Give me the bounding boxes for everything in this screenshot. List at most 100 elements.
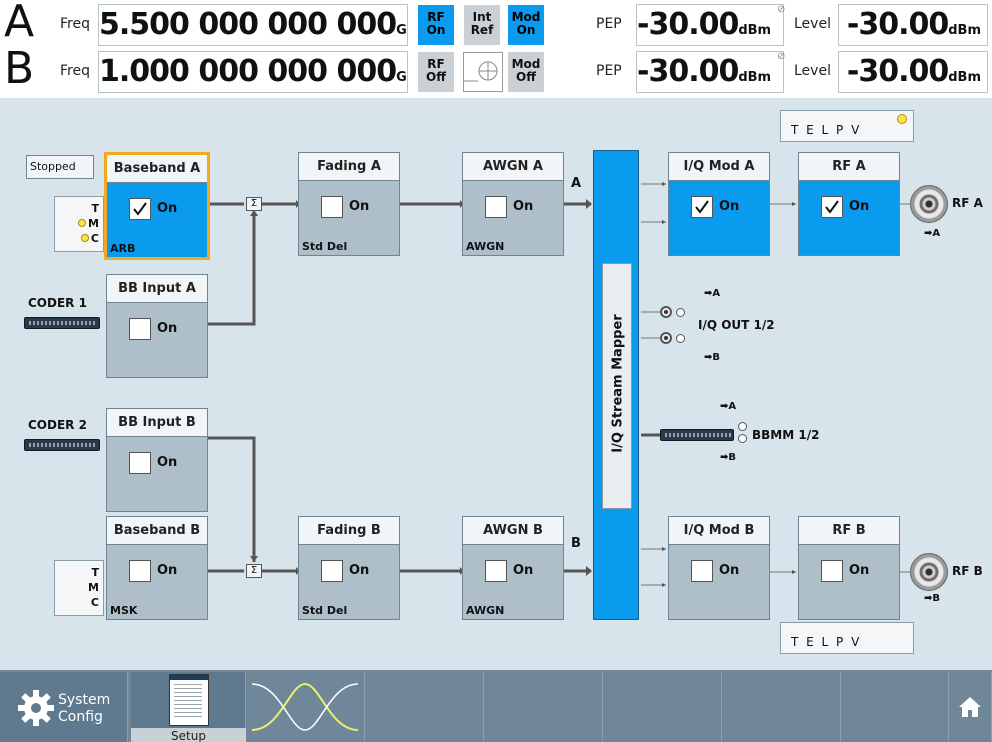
baseband-b-block[interactable]: Baseband B On MSK — [106, 516, 208, 620]
iq-out-1-status-icon — [676, 308, 685, 317]
marker-led-icon — [78, 219, 87, 227]
taskbar-slot-5[interactable] — [484, 672, 603, 742]
iq-stream-mapper[interactable]: I/Q Stream Mapper — [593, 150, 639, 620]
level-b-field[interactable]: -30.00dBm — [838, 51, 988, 93]
baseband-a-block[interactable]: Baseband A On ARB — [104, 152, 210, 260]
home-icon — [959, 697, 981, 717]
awgn-b-state: On — [513, 563, 534, 578]
rf-a-checkbox[interactable] — [821, 196, 843, 218]
bb-input-b-block[interactable]: BB Input B On — [106, 408, 208, 512]
rf-b-connector-status[interactable]: T E L P V — [780, 622, 914, 654]
marker-label: M — [88, 217, 99, 230]
path-b-letter: B — [4, 43, 35, 94]
trigger-marker-clock-b[interactable]: T M C — [54, 560, 104, 616]
iq-out-arrow-b: ➡B — [704, 352, 721, 363]
awgn-a-state: On — [513, 199, 534, 214]
awgn-a-block[interactable]: AWGN A On AWGN — [462, 152, 564, 256]
taskbar-slot-6[interactable] — [603, 672, 722, 742]
rf-a-block[interactable]: RF A On — [798, 152, 900, 256]
rf-b-title: RF B — [799, 517, 899, 545]
clock-label: C — [90, 596, 99, 609]
system-config-button[interactable]: System Config — [0, 672, 128, 742]
rf-a-connector-status[interactable]: T E L P V — [780, 110, 914, 142]
bb-input-a-block[interactable]: BB Input A On — [106, 274, 208, 378]
baseband-b-mode: MSK — [110, 604, 138, 617]
rf-b-state: On — [849, 563, 870, 578]
rf-b-arrow-label: ➡B — [924, 593, 941, 604]
trigger-marker-clock-a[interactable]: T M C — [54, 196, 104, 252]
rf-b-connector-icon[interactable] — [910, 553, 948, 591]
iq-out-2-status-icon — [676, 334, 685, 343]
graphics-button[interactable] — [246, 672, 365, 742]
taskbar-slot-4[interactable] — [365, 672, 484, 742]
rf-b-output-label: RF B — [952, 564, 983, 578]
trigger-label: T — [91, 566, 99, 579]
path-a-letter: A — [4, 0, 35, 47]
baseband-a-checkbox[interactable] — [129, 198, 151, 220]
coder2-label: CODER 2 — [28, 418, 87, 432]
rf-b-indicator[interactable]: RF Off — [418, 52, 454, 92]
coder1-label: CODER 1 — [28, 296, 87, 310]
pep-a-field: -30.00dBm — [636, 4, 784, 46]
baseband-b-checkbox[interactable] — [129, 560, 151, 582]
ref-indicator[interactable]: Int Ref — [464, 5, 500, 45]
fading-a-block[interactable]: Fading A On Std Del — [298, 152, 400, 256]
home-button[interactable] — [949, 672, 992, 742]
bbmm-arrow-b: ➡B — [720, 452, 737, 463]
marker-label: M — [88, 581, 99, 594]
bb-input-a-title: BB Input A — [107, 275, 207, 303]
iq-out-arrow-a: ➡A — [704, 288, 721, 299]
check-icon — [825, 200, 839, 214]
waveform-icon — [251, 682, 359, 731]
iq-mod-a-block[interactable]: I/Q Mod A On — [668, 152, 770, 256]
setup-button[interactable]: Setup — [131, 672, 246, 742]
taskbar-slot-7[interactable] — [722, 672, 841, 742]
iq-out-label: I/Q OUT 1/2 — [698, 318, 775, 332]
freq-a-field[interactable]: 5.500 000 000 000GHz — [98, 4, 408, 46]
level-a-field[interactable]: -30.00dBm — [838, 4, 988, 46]
freq-a-unit: GHz — [396, 23, 407, 38]
freq-b-field[interactable]: 1.000 000 000 000GHz — [98, 51, 408, 93]
arb-status-tag: Stopped — [26, 155, 94, 179]
awgn-b-block[interactable]: AWGN B On AWGN — [462, 516, 564, 620]
baseband-b-title: Baseband B — [107, 517, 207, 545]
bbmm-1-status-icon — [738, 422, 747, 431]
pep-b-field: -30.00dBm — [636, 51, 784, 93]
bb-input-b-checkbox[interactable] — [129, 452, 151, 474]
bb-input-a-checkbox[interactable] — [129, 318, 151, 340]
fading-b-checkbox[interactable] — [321, 560, 343, 582]
mod-a-indicator[interactable]: Mod On — [508, 5, 544, 45]
freq-a-label: Freq — [60, 16, 90, 32]
rf-a-indicator[interactable]: RF On — [418, 5, 454, 45]
fading-b-block[interactable]: Fading B On Std Del — [298, 516, 400, 620]
taskbar-slot-8[interactable] — [841, 672, 949, 742]
iq-out-1-connector-icon[interactable] — [660, 306, 672, 318]
bbmm-connector-icon[interactable] — [660, 429, 734, 441]
bb-input-b-title: BB Input B — [107, 409, 207, 437]
mod-b-indicator[interactable]: Mod Off — [508, 52, 544, 92]
path-b-mark: B — [571, 536, 581, 551]
awgn-b-title: AWGN B — [463, 517, 563, 545]
iq-mod-b-block[interactable]: I/Q Mod B On — [668, 516, 770, 620]
fading-b-title: Fading B — [299, 517, 399, 545]
iq-mod-a-checkbox[interactable] — [691, 196, 713, 218]
rf-b-checkbox[interactable] — [821, 560, 843, 582]
coder2-connector-icon[interactable] — [24, 439, 100, 451]
fading-a-checkbox[interactable] — [321, 196, 343, 218]
rf-a-arrow-label: ➡A — [924, 228, 941, 239]
setup-thumbnail-icon — [169, 674, 209, 726]
rf-b-block[interactable]: RF B On — [798, 516, 900, 620]
iq-out-2-connector-icon[interactable] — [660, 332, 672, 344]
coder1-connector-icon[interactable] — [24, 317, 100, 329]
iq-stream-mapper-label: I/Q Stream Mapper — [610, 314, 626, 453]
baseband-a-mode: ARB — [110, 242, 136, 255]
freq-a-value: 5.500 000 000 000 — [99, 7, 397, 42]
awgn-a-checkbox[interactable] — [485, 196, 507, 218]
ref-b-indicator — [463, 52, 503, 92]
iq-mod-b-checkbox[interactable] — [691, 560, 713, 582]
telpv-b-label: T E L P V — [791, 635, 862, 649]
pep-a-value: -30.00 — [637, 7, 739, 42]
level-a-label: Level — [794, 16, 831, 32]
awgn-b-checkbox[interactable] — [485, 560, 507, 582]
rf-a-connector-icon[interactable] — [910, 185, 948, 223]
